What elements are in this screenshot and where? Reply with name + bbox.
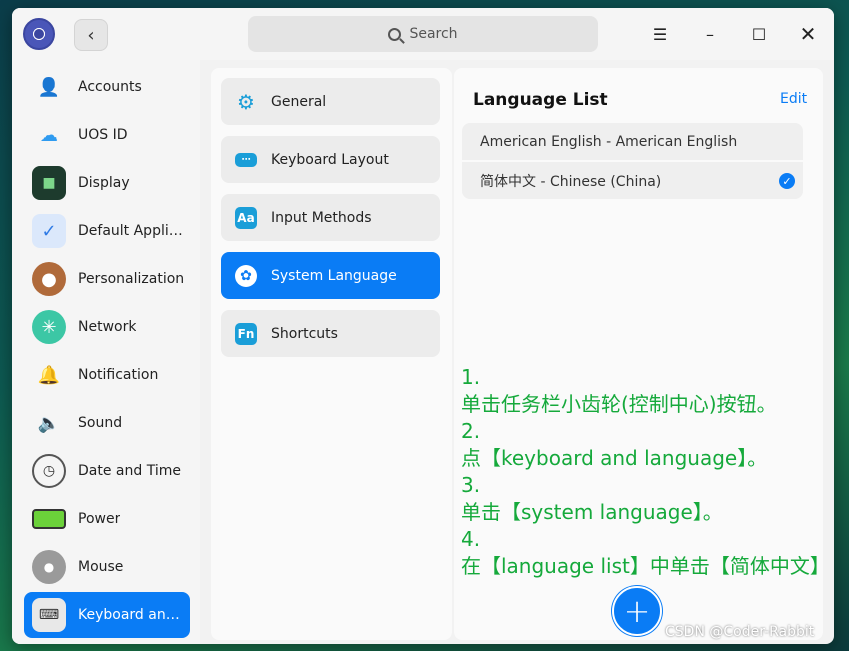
menu-item-shortcuts[interactable]: Fn Shortcuts <box>221 310 440 357</box>
sidebar-item-keyboard-and-language[interactable]: ⌨ Keyboard and ... <box>24 592 190 638</box>
minimize-icon[interactable]: – <box>698 22 722 46</box>
cloud-icon: ☁ <box>40 124 58 146</box>
keyboard-icon: ⌨ <box>32 598 66 632</box>
menu-item-system-language[interactable]: ✿ System Language <box>221 252 440 299</box>
titlebar: ‹ Search ☰ – ☐ ✕ <box>12 8 834 60</box>
maximize-icon[interactable]: ☐ <box>747 22 771 46</box>
chevron-left-icon: ‹ <box>87 24 95 46</box>
sidebar-item-personalization[interactable]: ● Personalization <box>24 256 190 302</box>
shortcuts-icon: Fn <box>235 322 257 345</box>
search-placeholder: Search <box>409 26 458 42</box>
checkmark-icon: ✓ <box>779 173 795 189</box>
accounts-icon: 👤 <box>37 76 61 98</box>
sidebar-item-display[interactable]: ■ Display <box>24 160 190 206</box>
palette-icon: ● <box>32 262 66 296</box>
bell-icon: 🔔 <box>37 364 61 386</box>
edit-button[interactable]: Edit <box>780 91 807 107</box>
close-icon[interactable]: ✕ <box>796 22 820 46</box>
mouse-icon: ● <box>32 550 66 584</box>
keyboard-settings-menu: ⚙ General ⋯ Keyboard Layout Aa Input Met… <box>211 68 452 640</box>
menu-item-keyboard-layout[interactable]: ⋯ Keyboard Layout <box>221 136 440 183</box>
keyboard-layout-icon: ⋯ <box>235 152 257 167</box>
control-center-logo-icon <box>23 18 55 50</box>
sidebar-item-sound[interactable]: 🔈 Sound <box>24 400 190 446</box>
sidebar-item-network[interactable]: ✳ Network <box>24 304 190 350</box>
globe-icon: ✿ <box>235 264 257 287</box>
note-line: 2. <box>461 419 481 443</box>
language-list-panel: Language List Edit American English - Am… <box>454 68 830 640</box>
menu-item-input-methods[interactable]: Aa Input Methods <box>221 194 440 241</box>
note-line: 单击【system language】。 <box>461 500 723 524</box>
clock-icon: ◷ <box>32 454 66 488</box>
annotation-notes: 1. 单击任务栏小齿轮(控制中心)按钮。 2. 点【keyboard and l… <box>461 364 830 580</box>
note-line: 点【keyboard and language】。 <box>461 446 768 470</box>
language-list: American English - American English 简体中文… <box>462 123 803 199</box>
gear-icon: ⚙ <box>237 89 255 114</box>
search-icon <box>388 27 402 41</box>
note-line: 4. <box>461 527 481 551</box>
back-button[interactable]: ‹ <box>74 19 108 51</box>
battery-icon <box>32 509 66 529</box>
watermark: CSDN @Coder-Rabbit <box>665 624 815 640</box>
default-apps-icon: ✓ <box>32 214 66 248</box>
list-item-chinese-china[interactable]: 简体中文 - Chinese (China) ✓ <box>462 162 803 199</box>
page-title: Language List <box>473 90 608 110</box>
sidebar: 👤 Accounts ☁ UOS ID ■ Display ✓ Default … <box>12 60 200 644</box>
plus-icon: + <box>623 592 651 630</box>
network-icon: ✳ <box>32 310 66 344</box>
sidebar-item-notification[interactable]: 🔔 Notification <box>24 352 190 398</box>
display-icon: ■ <box>32 166 66 200</box>
note-line: 1. <box>461 365 481 389</box>
sidebar-item-date-and-time[interactable]: ◷ Date and Time <box>24 448 190 494</box>
speaker-icon: 🔈 <box>37 412 61 434</box>
search-input[interactable]: Search <box>248 16 598 52</box>
sidebar-item-default-applications[interactable]: ✓ Default Applic... <box>24 208 190 254</box>
menu-icon[interactable]: ☰ <box>648 22 672 46</box>
note-line: 在【language list】中单击【简体中文】 <box>461 554 830 578</box>
control-center-window: ‹ Search ☰ – ☐ ✕ 👤 Accounts ☁ UOS ID ■ D… <box>12 8 834 644</box>
input-methods-icon: Aa <box>235 206 257 229</box>
add-language-button[interactable]: + <box>612 586 662 636</box>
note-line: 单击任务栏小齿轮(控制中心)按钮。 <box>461 392 777 416</box>
sidebar-item-mouse[interactable]: ● Mouse <box>24 544 190 590</box>
menu-item-general[interactable]: ⚙ General <box>221 78 440 125</box>
sidebar-item-accounts[interactable]: 👤 Accounts <box>24 64 190 110</box>
list-item-american-english[interactable]: American English - American English <box>462 123 803 160</box>
sidebar-item-uos-id[interactable]: ☁ UOS ID <box>24 112 190 158</box>
note-line: 3. <box>461 473 481 497</box>
sidebar-item-power[interactable]: Power <box>24 496 190 542</box>
